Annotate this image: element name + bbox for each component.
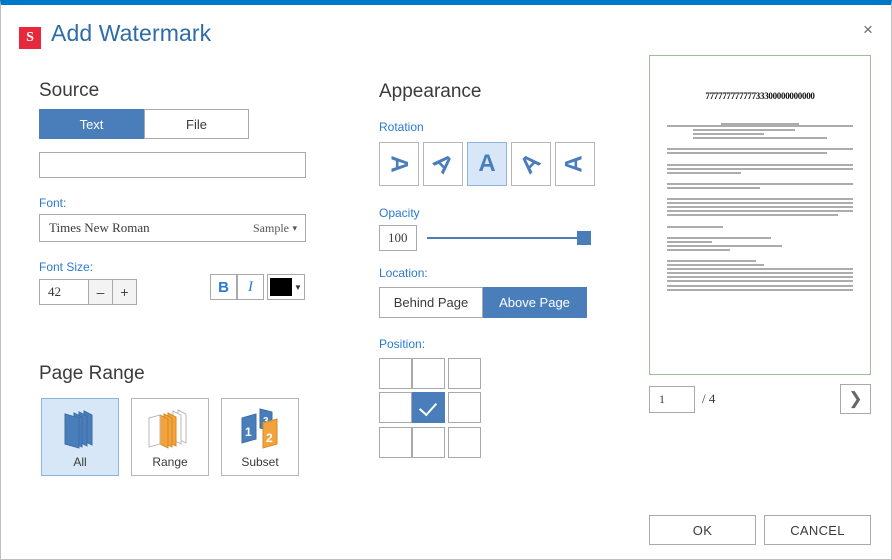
ok-button[interactable]: OK	[649, 515, 756, 545]
title-bar: S Add Watermark ×	[1, 5, 891, 50]
rotation-glyph: A	[427, 148, 459, 180]
pages-range-icon	[140, 405, 200, 455]
font-size-label: Font Size:	[39, 260, 93, 274]
location-label: Location:	[379, 266, 428, 280]
rotation-option-315[interactable]: A	[511, 142, 551, 186]
svg-text:2: 2	[266, 431, 273, 445]
location-above-page[interactable]: Above Page	[483, 287, 587, 318]
location-toggle: Behind Page Above Page	[379, 287, 587, 318]
position-cell-top-center[interactable]	[412, 358, 445, 389]
position-cell-top-left[interactable]	[379, 358, 412, 389]
font-size-stepper: 42 – +	[39, 279, 137, 305]
font-value: Times New Roman	[49, 220, 150, 236]
page-range-all-button[interactable]: All	[41, 398, 119, 476]
opacity-slider[interactable]	[427, 231, 591, 245]
position-cell-middle-left[interactable]	[379, 392, 412, 423]
source-tab-file[interactable]: File	[144, 109, 249, 139]
position-cell-bottom-left[interactable]	[379, 427, 412, 458]
document-preview[interactable]: 77777777777733300000000000	[649, 55, 871, 375]
location-behind-page[interactable]: Behind Page	[379, 287, 483, 318]
bold-button[interactable]: B	[210, 274, 237, 300]
position-cell-middle-right[interactable]	[448, 392, 481, 423]
rotation-option-270[interactable]: A	[555, 142, 595, 186]
rotation-glyph: A	[561, 155, 589, 172]
italic-button[interactable]: I	[237, 274, 264, 300]
rotation-glyph: A	[478, 150, 495, 178]
page-range-subset-button[interactable]: 3 1 2 Subset	[221, 398, 299, 476]
page-total-label: / 4	[702, 391, 715, 407]
position-cell-bottom-center[interactable]	[412, 427, 445, 458]
page-range-heading: Page Range	[39, 363, 145, 385]
text-color-button[interactable]: ▼	[267, 274, 305, 300]
rotation-option-90[interactable]: A	[379, 142, 419, 186]
source-tab-text[interactable]: Text	[39, 109, 144, 139]
opacity-label: Opacity	[379, 206, 420, 220]
slider-thumb[interactable]	[577, 231, 591, 245]
font-label: Font:	[39, 196, 66, 210]
page-range-range-label: Range	[152, 455, 187, 469]
opacity-input[interactable]: 100	[379, 225, 417, 251]
page-title: Add Watermark	[51, 20, 211, 47]
font-size-increment-button[interactable]: +	[113, 279, 137, 305]
font-sample-text: Sample	[253, 221, 289, 236]
rotation-option-0[interactable]: A	[467, 142, 507, 186]
position-cell-top-right[interactable]	[448, 358, 481, 389]
add-watermark-dialog: S Add Watermark × Source Text File Font:…	[0, 0, 892, 560]
next-page-button[interactable]: ❯	[840, 384, 871, 414]
font-select[interactable]: Times New Roman Sample ▾	[39, 214, 306, 242]
font-size-decrement-button[interactable]: –	[89, 279, 113, 305]
source-heading: Source	[39, 80, 99, 102]
source-type-toggle: Text File	[39, 109, 249, 139]
chevron-down-icon: ▾	[292, 223, 297, 234]
rotation-glyph: A	[515, 148, 547, 180]
page-range-range-button[interactable]: Range	[131, 398, 209, 476]
rotation-label: Rotation	[379, 120, 424, 134]
watermark-text-input[interactable]	[39, 152, 306, 178]
svg-text:1: 1	[245, 425, 252, 439]
position-label: Position:	[379, 337, 425, 351]
position-cell-middle-center[interactable]	[412, 392, 445, 423]
page-range-all-label: All	[73, 455, 86, 469]
app-logo-icon: S	[19, 27, 41, 49]
pages-stack-icon	[50, 405, 110, 455]
cancel-button[interactable]: CANCEL	[764, 515, 871, 545]
pages-subset-icon: 3 1 2	[230, 405, 290, 455]
rotation-glyph: A	[385, 155, 413, 172]
color-swatch	[270, 278, 292, 296]
preview-document-body	[667, 123, 853, 293]
chevron-down-icon: ▼	[294, 283, 302, 292]
position-cell-bottom-right[interactable]	[448, 427, 481, 458]
watermark-preview-text: 77777777777733300000000000	[657, 91, 863, 101]
close-icon[interactable]: ×	[853, 17, 883, 43]
appearance-heading: Appearance	[379, 81, 481, 103]
page-range-subset-label: Subset	[241, 455, 278, 469]
page-number-input[interactable]: 1	[649, 386, 695, 413]
slider-track	[427, 237, 591, 239]
rotation-option-45[interactable]: A	[423, 142, 463, 186]
font-size-input[interactable]: 42	[39, 279, 89, 305]
preview-page: 77777777777733300000000000	[657, 63, 863, 367]
